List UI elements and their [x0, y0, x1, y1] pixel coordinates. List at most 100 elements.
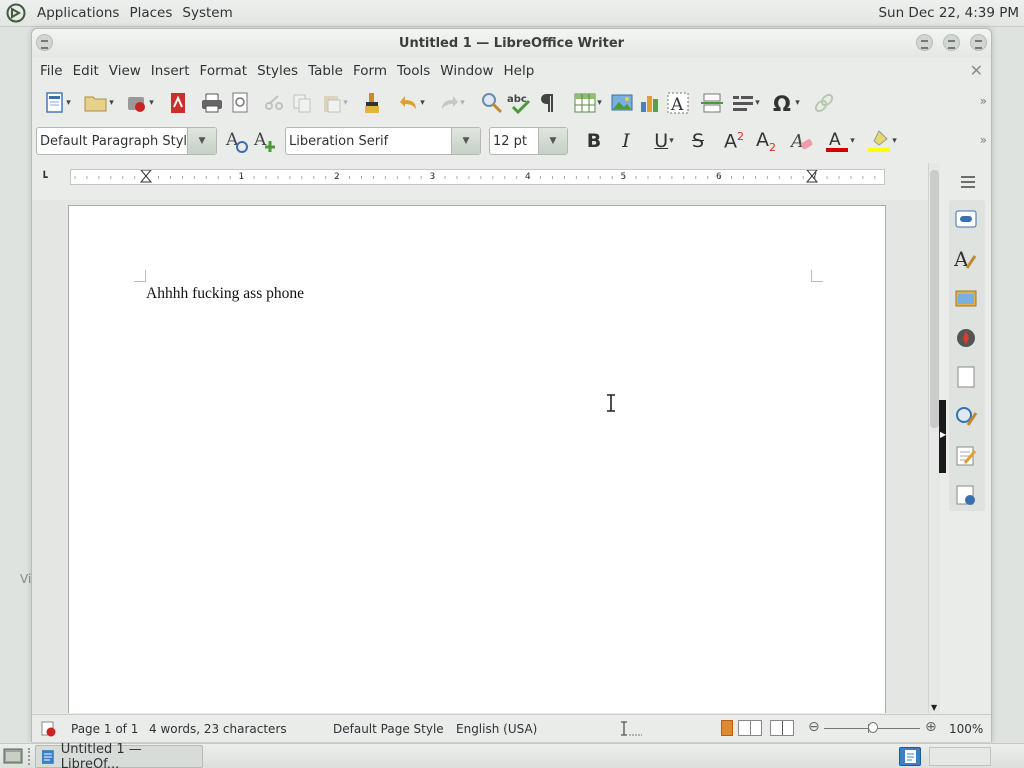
menu-file[interactable]: File — [35, 63, 68, 79]
workspace-switcher[interactable] — [899, 747, 921, 766]
style-inspector-icon[interactable] — [953, 403, 979, 429]
copy-icon[interactable] — [288, 89, 316, 117]
chevron-down-icon[interactable]: ▼ — [538, 128, 567, 154]
sidebar-menu-icon[interactable] — [955, 169, 981, 195]
book-view-icon[interactable] — [770, 720, 794, 736]
underline-button[interactable]: U — [644, 127, 684, 155]
properties-icon[interactable] — [953, 206, 979, 232]
navigator-icon[interactable] — [953, 325, 979, 351]
subscript-button[interactable]: A2 — [752, 127, 780, 155]
document-area[interactable]: Ahhhh fucking ass phone — [32, 200, 928, 713]
print-icon[interactable] — [198, 89, 226, 117]
toolbar-more-icon[interactable]: » — [980, 94, 987, 108]
export-pdf-icon[interactable] — [164, 89, 192, 117]
insert-image-icon[interactable] — [608, 89, 636, 117]
save-icon[interactable] — [120, 89, 160, 117]
tab-stop-selector[interactable]: ┗ — [41, 171, 48, 184]
clock[interactable]: Sun Dec 22, 4:39 PM — [878, 5, 1019, 21]
special-character-icon[interactable]: Ω — [766, 89, 806, 117]
menu-format[interactable]: Format — [195, 63, 253, 79]
clear-formatting-icon[interactable]: A — [788, 127, 816, 155]
system-menu[interactable]: System — [177, 5, 237, 21]
insert-chart-icon[interactable] — [636, 89, 664, 117]
cut-icon[interactable] — [260, 89, 288, 117]
italic-button[interactable]: I — [612, 127, 640, 155]
print-preview-icon[interactable] — [226, 89, 254, 117]
update-style-icon[interactable]: A — [223, 127, 251, 155]
find-replace-icon[interactable] — [478, 89, 506, 117]
page-break-icon[interactable] — [698, 89, 726, 117]
horizontal-ruler[interactable]: 1234567 — [70, 169, 885, 185]
font-name-combo[interactable]: Liberation Serif ▼ — [285, 127, 481, 155]
zoom-slider-thumb[interactable] — [868, 722, 878, 733]
bold-button[interactable]: B — [580, 127, 608, 155]
chevron-down-icon[interactable]: ▼ — [451, 128, 480, 154]
font-size-combo[interactable]: 12 pt ▼ — [489, 127, 568, 155]
menu-form[interactable]: Form — [348, 63, 392, 79]
menu-edit[interactable]: Edit — [68, 63, 104, 79]
superscript-button[interactable]: A2 — [720, 127, 748, 155]
manage-changes-icon[interactable] — [953, 443, 979, 469]
word-count[interactable]: 4 words, 23 characters — [149, 722, 287, 736]
sidebar-collapse-handle[interactable]: ▶ — [939, 400, 946, 473]
maximize-button[interactable] — [943, 34, 960, 51]
insert-field-icon[interactable] — [726, 89, 766, 117]
menu-window[interactable]: Window — [435, 63, 498, 79]
document-text[interactable]: Ahhhh fucking ass phone — [146, 285, 304, 303]
os-logo-icon[interactable] — [6, 3, 26, 23]
toolbar-more-icon[interactable]: » — [980, 133, 987, 147]
hyperlink-icon[interactable] — [810, 89, 838, 117]
open-folder-icon[interactable] — [78, 89, 120, 117]
zoom-in-icon[interactable]: ⊕ — [925, 719, 937, 735]
menu-tools[interactable]: Tools — [392, 63, 435, 79]
undo-icon[interactable] — [392, 89, 432, 117]
page-icon[interactable] — [953, 364, 979, 390]
menu-help[interactable]: Help — [499, 63, 540, 79]
redo-icon[interactable] — [432, 89, 472, 117]
document-modified-icon[interactable] — [41, 721, 57, 737]
styles-icon[interactable]: A — [953, 246, 979, 272]
scrollbar-thumb[interactable] — [930, 170, 939, 428]
strikethrough-button[interactable]: S — [684, 127, 712, 155]
page-style[interactable]: Default Page Style — [333, 722, 444, 736]
paste-icon[interactable] — [316, 89, 354, 117]
document-page[interactable]: Ahhhh fucking ass phone — [68, 205, 886, 713]
scroll-down-icon[interactable]: ▼ — [931, 703, 937, 712]
multi-page-view-icon[interactable] — [738, 720, 762, 736]
menu-styles[interactable]: Styles — [252, 63, 303, 79]
page-number[interactable]: Page 1 of 1 — [71, 722, 138, 736]
design-icon[interactable] — [953, 482, 979, 508]
menu-insert[interactable]: Insert — [146, 63, 195, 79]
paragraph-style-combo[interactable]: Default Paragraph Style ▼ — [36, 127, 217, 155]
title-bar[interactable]: Untitled 1 — LibreOffice Writer — [32, 29, 991, 58]
show-desktop-icon[interactable] — [3, 747, 23, 765]
chevron-down-icon[interactable]: ▼ — [187, 128, 216, 154]
new-style-icon[interactable]: A — [251, 127, 279, 155]
taskbar-item-writer[interactable]: Untitled 1 — LibreOf... — [35, 742, 203, 768]
applications-menu[interactable]: Applications — [32, 5, 124, 21]
minimize-button[interactable] — [916, 34, 933, 51]
spellcheck-icon[interactable]: abc — [506, 89, 534, 117]
workspace-switcher-empty[interactable] — [929, 747, 991, 766]
font-color-icon[interactable]: A — [820, 127, 860, 155]
menu-view[interactable]: View — [104, 63, 146, 79]
gallery-icon[interactable] — [953, 285, 979, 311]
close-window-button[interactable] — [970, 34, 987, 51]
language[interactable]: English (USA) — [456, 722, 537, 736]
zoom-slider[interactable] — [824, 722, 920, 733]
clone-formatting-icon[interactable] — [358, 89, 386, 117]
highlight-color-icon[interactable] — [862, 127, 902, 155]
insert-table-icon[interactable] — [568, 89, 608, 117]
writer-app-icon — [41, 749, 54, 764]
places-menu[interactable]: Places — [124, 5, 177, 21]
new-document-icon[interactable] — [38, 89, 78, 117]
zoom-level[interactable]: 100% — [949, 722, 983, 736]
zoom-out-icon[interactable]: ⊖ — [808, 719, 820, 735]
menu-table[interactable]: Table — [303, 63, 348, 79]
single-page-view-icon[interactable] — [721, 720, 733, 736]
close-document-icon[interactable]: ✕ — [970, 61, 983, 80]
selection-mode-icon[interactable] — [619, 721, 643, 737]
formatting-marks-icon[interactable] — [534, 89, 562, 117]
top-panel: Applications Places System Sun Dec 22, 4… — [0, 0, 1024, 27]
insert-textbox-icon[interactable]: A — [664, 89, 692, 117]
